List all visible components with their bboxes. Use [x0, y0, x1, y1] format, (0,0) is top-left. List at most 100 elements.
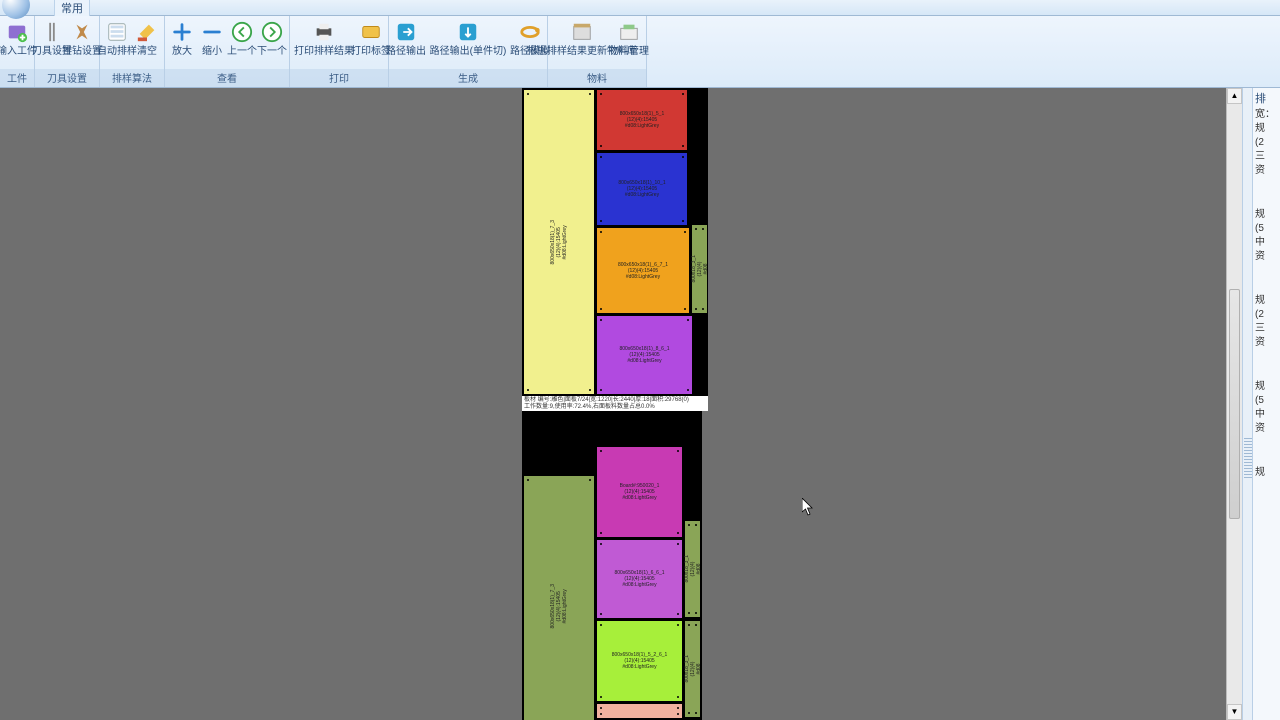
material-icon — [570, 20, 594, 44]
side-panel-row: 中 — [1253, 408, 1280, 422]
ribbon-group-label: 刀具设置 — [35, 69, 99, 87]
sheet-2[interactable]: 800x650x18(1)_7_3(12)(4):15405#d08:Light… — [522, 411, 702, 720]
clear-icon — [135, 20, 159, 44]
p1-green-r[interactable]: 800x18_3_1(12)(4)#d08 — [692, 225, 707, 313]
out-single-icon — [456, 20, 480, 44]
side-panel-row: 三 — [1253, 150, 1280, 164]
scroll-thumb[interactable] — [1229, 289, 1240, 519]
next-label: 下一个 — [257, 46, 287, 57]
p1-orange[interactable]: 800x650x18(1)_6_7_1(12)(4):15405#d08:Lig… — [597, 228, 689, 313]
side-panel-row: 规 — [1253, 122, 1280, 136]
print-label-button[interactable]: 打印标签 — [356, 18, 386, 59]
side-panel-row: (5 — [1253, 222, 1280, 236]
ribbon-group-label: 查看 — [165, 69, 289, 87]
side-panel-row: 规 — [1253, 380, 1280, 394]
drill-icon — [70, 20, 94, 44]
ribbon-group-label: 物料 — [548, 69, 646, 87]
path-out-label: 路径输出 — [386, 46, 426, 57]
import-job-button[interactable]: 输入工件 — [2, 18, 32, 59]
side-panel-row: 资 — [1253, 250, 1280, 264]
scroll-up-button[interactable]: ▲ — [1227, 88, 1242, 104]
scroll-down-button[interactable]: ▼ — [1227, 704, 1242, 720]
side-panel-row: 规 — [1253, 294, 1280, 308]
p2-violet[interactable]: 800x650x18(1)_6_6_1(12)(4):15405#d08:Lig… — [597, 540, 682, 618]
p2-green[interactable]: 800x650x18(1)_7_3(12)(4):15405#d08:Light… — [524, 476, 594, 720]
side-panel-row: 规 — [1253, 208, 1280, 222]
tool-icon — [40, 20, 64, 44]
workspace: 800x650x18(1)_7_3(12)(4):15405#d08:Light… — [0, 88, 1280, 720]
p1-blue[interactable]: 800x650x18(1)_10_1(12)(4):15405#d08:Ligh… — [597, 153, 687, 225]
drill-settings-button[interactable]: 排钻设置 — [67, 18, 97, 59]
next-icon — [260, 20, 284, 44]
side-panel: 排 宽： 规(2三资规(5中资规(2三资规(5中资规 — [1252, 88, 1280, 720]
prev-icon — [230, 20, 254, 44]
zoom-in-icon — [170, 20, 194, 44]
canvas[interactable]: 800x650x18(1)_7_3(12)(4):15405#d08:Light… — [0, 88, 1226, 720]
print-label-label: 打印标签 — [351, 46, 391, 57]
p2-magenta[interactable]: Board#:950020_1(12)(4):15405#d08:LightGr… — [597, 447, 682, 537]
ribbon-group-查看: 放大缩小上一个下一个查看 — [165, 16, 290, 87]
zoom-out-icon — [200, 20, 224, 44]
update-material-button[interactable]: 根据排样结果更新物料库 — [550, 18, 614, 59]
p1-yellow[interactable]: 800x650x18(1)_7_3(12)(4):15405#d08:Light… — [524, 90, 594, 394]
clear-button[interactable]: 清空 — [132, 18, 162, 59]
print-icon — [312, 20, 336, 44]
ribbon-group-物料: 根据排样结果更新物料库物料管理物料 — [548, 16, 647, 87]
auto-nest-button[interactable]: 自动排样 — [102, 18, 132, 59]
zoom-in-button[interactable]: 放大 — [167, 18, 197, 59]
path-out-single-button[interactable]: 路径输出(单件切) — [421, 18, 515, 59]
out-icon — [394, 20, 418, 44]
path-out-button[interactable]: 路径输出 — [391, 18, 421, 59]
side-panel-row: 规 — [1253, 466, 1280, 480]
material-mgmt-label: 物料管理 — [609, 46, 649, 57]
material-mgmt-button[interactable]: 物料管理 — [614, 18, 644, 59]
side-panel-title: 排 — [1253, 88, 1280, 108]
ribbon-group-label: 打印 — [290, 69, 388, 87]
print-result-label: 打印排样结果 — [294, 46, 354, 57]
ribbon: 输入工件工件刀具设置排钻设置刀具设置自动排样清空排样算法放大缩小上一个下一个查看… — [0, 16, 1280, 88]
side-width-label: 宽： — [1253, 108, 1280, 122]
p2-green-s2[interactable]: 800x18_3_1(12)(4)#d08 — [685, 621, 700, 717]
side-panel-row: 三 — [1253, 322, 1280, 336]
import-icon — [5, 20, 29, 44]
side-panel-row: (2 — [1253, 136, 1280, 150]
auto-icon — [105, 20, 129, 44]
side-panel-row: (2 — [1253, 308, 1280, 322]
ribbon-group-label: 工件 — [0, 69, 34, 87]
prev-button[interactable]: 上一个 — [227, 18, 257, 59]
side-panel-row: 资 — [1253, 336, 1280, 350]
ribbon-group-排样算法: 自动排样清空排样算法 — [100, 16, 165, 87]
title-bar: 常用 — [0, 0, 1280, 16]
p2-lime[interactable]: 800x650x18(1)_5_2_6_1(12)(4):15405#d08:L… — [597, 621, 682, 701]
p2-salmon[interactable] — [597, 704, 682, 718]
p2-green-s1[interactable]: 800x18_3_1(12)(4)#d08 — [685, 521, 700, 617]
vertical-scrollbar[interactable]: ▲ ▼ — [1226, 88, 1242, 720]
ribbon-group-label: 生成 — [389, 69, 547, 87]
label-icon — [359, 20, 383, 44]
side-panel-row: 资 — [1253, 164, 1280, 178]
ribbon-group-label: 排样算法 — [100, 69, 164, 87]
sheet-1[interactable]: 800x650x18(1)_7_3(12)(4):15405#d08:Light… — [522, 88, 708, 396]
p1-red[interactable]: 800x650x18(1)_5_1(12)(4):15405#d08:Light… — [597, 90, 687, 150]
p1-purple[interactable]: 800x650x18(1)_8_6_1(12)(4):15405#d08:Lig… — [597, 316, 692, 394]
menu-tab-common[interactable]: 常用 — [54, 0, 90, 17]
collapse-grip-icon[interactable] — [1244, 438, 1252, 478]
side-panel-row: 资 — [1253, 422, 1280, 436]
path-out-single-label: 路径输出(单件切) — [430, 46, 507, 57]
sheet-1-info: 板材 编号:雕色|面板7/24|宽:1220|长:2440|厚:18|面积:29… — [522, 396, 708, 411]
ribbon-group-工件: 输入工件工件 — [0, 16, 35, 87]
sim-icon — [518, 20, 542, 44]
ribbon-group-打印: 打印排样结果打印标签打印 — [290, 16, 389, 87]
next-button[interactable]: 下一个 — [257, 18, 287, 59]
drill-settings-label: 排钻设置 — [62, 46, 102, 57]
material-mgmt-icon — [617, 20, 641, 44]
zoom-out-button[interactable]: 缩小 — [197, 18, 227, 59]
side-panel-collapse-strip[interactable] — [1242, 88, 1252, 720]
zoom-in-label: 放大 — [172, 46, 192, 57]
print-result-button[interactable]: 打印排样结果 — [292, 18, 356, 59]
auto-nest-label: 自动排样 — [97, 46, 137, 57]
side-panel-row: (5 — [1253, 394, 1280, 408]
zoom-out-label: 缩小 — [202, 46, 222, 57]
ribbon-group-刀具设置: 刀具设置排钻设置刀具设置 — [35, 16, 100, 87]
clear-label: 清空 — [137, 46, 157, 57]
